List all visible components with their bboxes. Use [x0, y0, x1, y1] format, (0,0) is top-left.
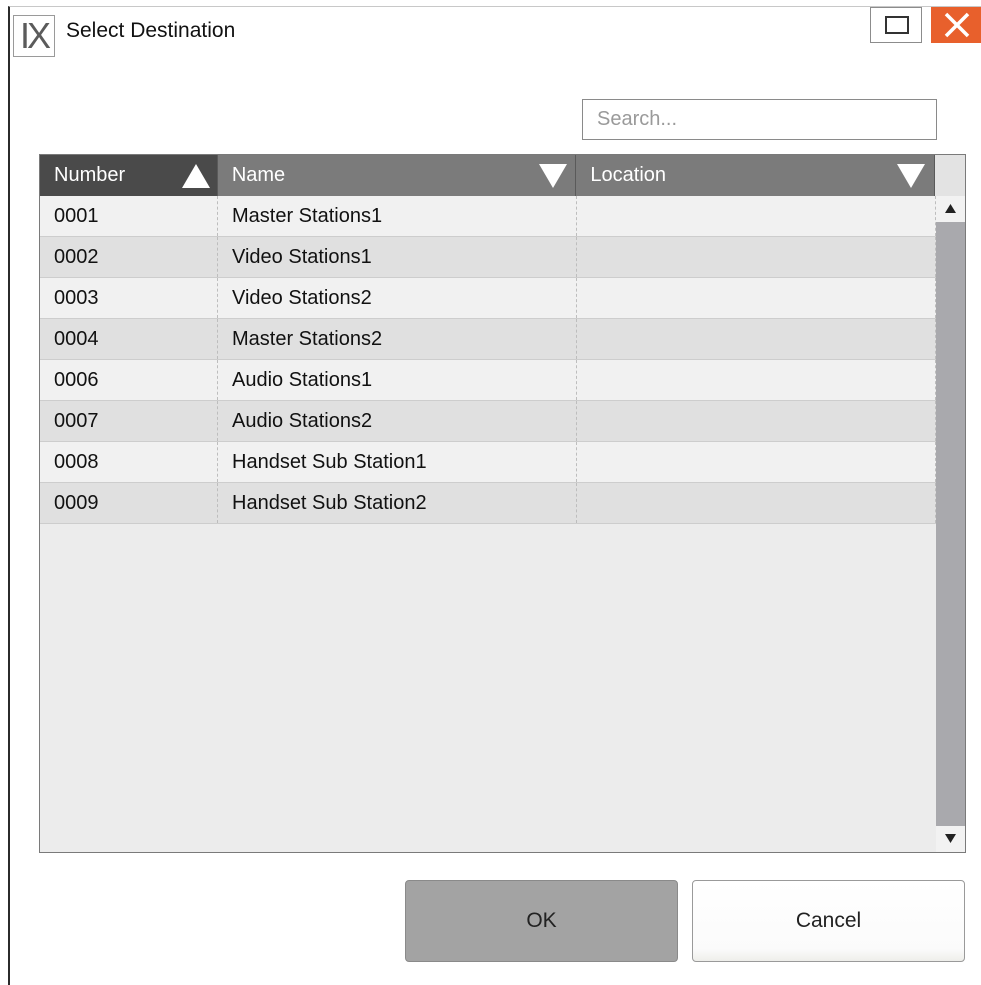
- cell-location: [577, 483, 936, 523]
- table-row[interactable]: 0009 Handset Sub Station2: [40, 483, 936, 524]
- cell-location: [577, 278, 936, 318]
- cell-number: 0001: [40, 196, 218, 236]
- cell-location: [577, 360, 936, 400]
- table-header: Number Name Location: [40, 155, 965, 196]
- table-row[interactable]: 0002 Video Stations1: [40, 237, 936, 278]
- header-corner: [935, 155, 965, 196]
- sort-descending-icon: [897, 164, 926, 188]
- maximize-icon: [885, 16, 909, 34]
- search-input[interactable]: [582, 99, 937, 140]
- cell-location: [577, 237, 936, 277]
- cell-location: [577, 196, 936, 236]
- app-logo-icon: IX: [13, 15, 55, 57]
- table-row[interactable]: 0004 Master Stations2: [40, 319, 936, 360]
- arrow-down-icon: [945, 834, 956, 843]
- ok-button[interactable]: OK: [405, 880, 678, 962]
- cell-location: [577, 442, 936, 482]
- column-label: Name: [231, 164, 286, 186]
- arrow-up-icon: [945, 204, 956, 213]
- table-row[interactable]: 0006 Audio Stations1: [40, 360, 936, 401]
- cell-number: 0004: [40, 319, 218, 359]
- cell-number: 0002: [40, 237, 218, 277]
- cell-number: 0006: [40, 360, 218, 400]
- table-row[interactable]: 0008 Handset Sub Station1: [40, 442, 936, 483]
- scroll-down-button[interactable]: [936, 826, 965, 852]
- destination-table: Number Name Location 0001 Master Station…: [39, 154, 966, 853]
- cell-number: 0003: [40, 278, 218, 318]
- cell-location: [577, 401, 936, 441]
- scroll-up-button[interactable]: [936, 196, 965, 222]
- cell-number: 0007: [40, 401, 218, 441]
- cell-name: Master Stations1: [218, 196, 577, 236]
- table-row[interactable]: 0007 Audio Stations2: [40, 401, 936, 442]
- column-label: Number: [54, 164, 126, 186]
- cell-number: 0009: [40, 483, 218, 523]
- maximize-button[interactable]: [870, 7, 922, 43]
- cell-name: Video Stations1: [218, 237, 577, 277]
- cancel-button[interactable]: Cancel: [692, 880, 965, 962]
- cell-name: Master Stations2: [218, 319, 577, 359]
- table-row[interactable]: 0001 Master Stations1: [40, 196, 936, 237]
- column-label: Location: [590, 164, 667, 186]
- table-row[interactable]: 0003 Video Stations2: [40, 278, 936, 319]
- close-icon: [944, 12, 970, 38]
- cell-name: Audio Stations1: [218, 360, 577, 400]
- cell-location: [577, 319, 936, 359]
- cell-name: Handset Sub Station2: [218, 483, 577, 523]
- cell-name: Handset Sub Station1: [218, 442, 577, 482]
- column-header-name[interactable]: Name: [217, 155, 577, 196]
- table-body: 0001 Master Stations1 0002 Video Station…: [40, 196, 936, 524]
- vertical-scrollbar[interactable]: [936, 196, 965, 852]
- column-header-location[interactable]: Location: [576, 155, 936, 196]
- window-title: Select Destination: [66, 19, 236, 42]
- sort-ascending-icon: [182, 164, 210, 188]
- cell-number: 0008: [40, 442, 218, 482]
- cell-name: Audio Stations2: [218, 401, 577, 441]
- select-destination-dialog: IX Select Destination Number Name: [8, 6, 981, 985]
- sort-descending-icon: [538, 164, 567, 188]
- cell-name: Video Stations2: [218, 278, 577, 318]
- column-header-number[interactable]: Number: [40, 155, 218, 196]
- close-button[interactable]: [931, 7, 981, 43]
